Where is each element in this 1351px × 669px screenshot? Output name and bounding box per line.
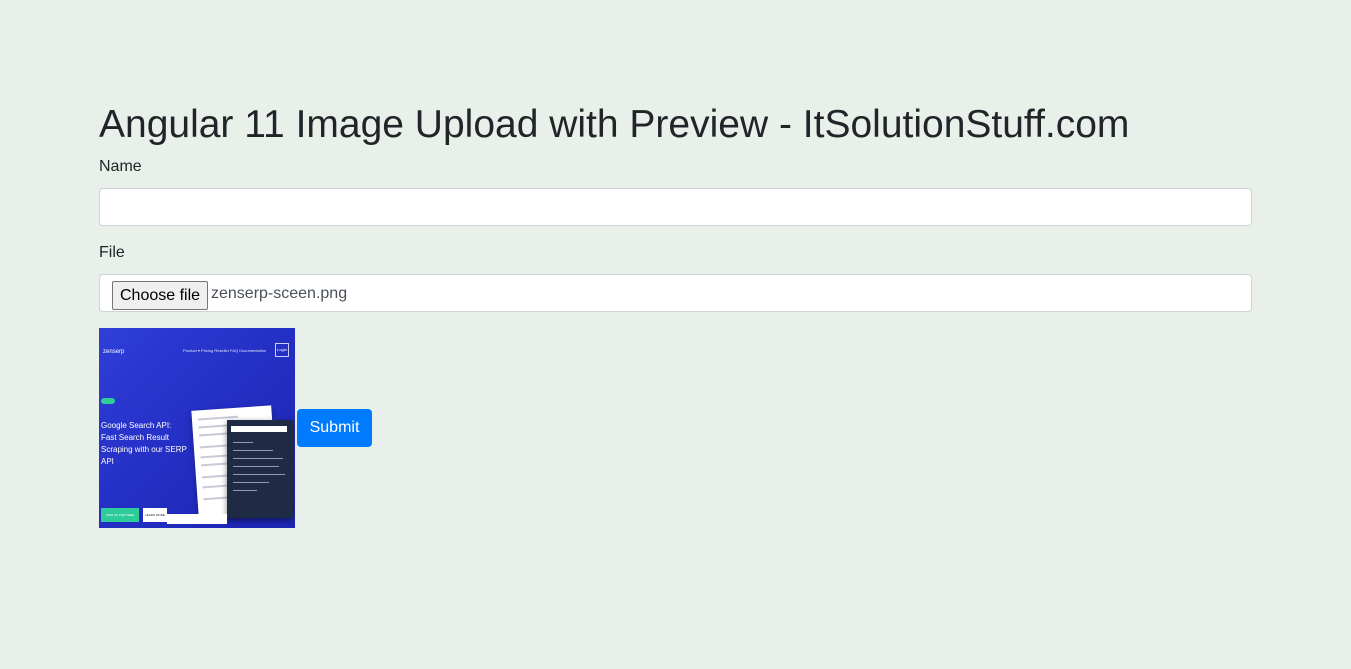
choose-file-button[interactable]: Choose file: [112, 281, 209, 310]
file-label: File: [99, 244, 125, 261]
preview-cta-secondary: LEARN MORE: [143, 508, 167, 522]
selected-file-name: zenserp-sceen.png: [211, 285, 348, 302]
name-label: Name: [99, 158, 142, 175]
preview-login: Login: [275, 343, 289, 357]
preview-code-card: [227, 420, 293, 518]
preview-brand: zenserp: [103, 349, 125, 355]
preview-badge: [101, 398, 115, 404]
submit-button[interactable]: Submit: [297, 409, 372, 447]
page-title: Angular 11 Image Upload with Preview - I…: [99, 103, 1130, 146]
image-preview: zenserp Product ▾ Pricing Reseller FAQ D…: [99, 328, 295, 528]
preview-cta-primary: SIGN UP FOR FREE: [101, 508, 139, 522]
name-input[interactable]: [99, 188, 1252, 226]
preview-headline: Google Search API: Fast Search Result Sc…: [101, 421, 187, 466]
preview-footnote: [167, 514, 227, 524]
preview-nav: Product ▾ Pricing Reseller FAQ Documenta…: [183, 348, 267, 353]
file-input[interactable]: Choose file zenserp-sceen.png: [99, 274, 1252, 312]
